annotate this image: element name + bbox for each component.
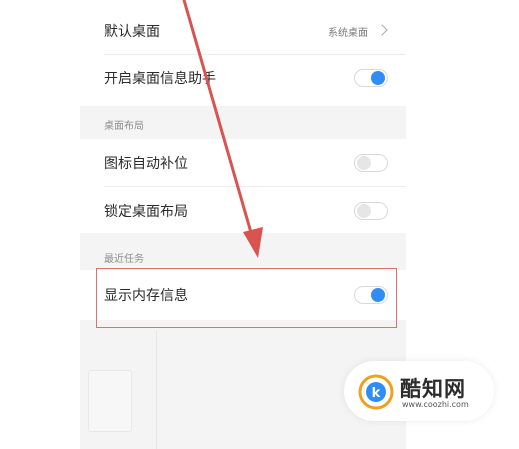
svg-text:k: k bbox=[372, 386, 381, 401]
coozhi-logo-icon: k bbox=[358, 374, 394, 410]
watermark: k 酷知网 www.coozhi.com bbox=[344, 361, 494, 421]
watermark-url: www.coozhi.com bbox=[402, 400, 469, 409]
watermark-name: 酷知网 bbox=[400, 377, 466, 401]
